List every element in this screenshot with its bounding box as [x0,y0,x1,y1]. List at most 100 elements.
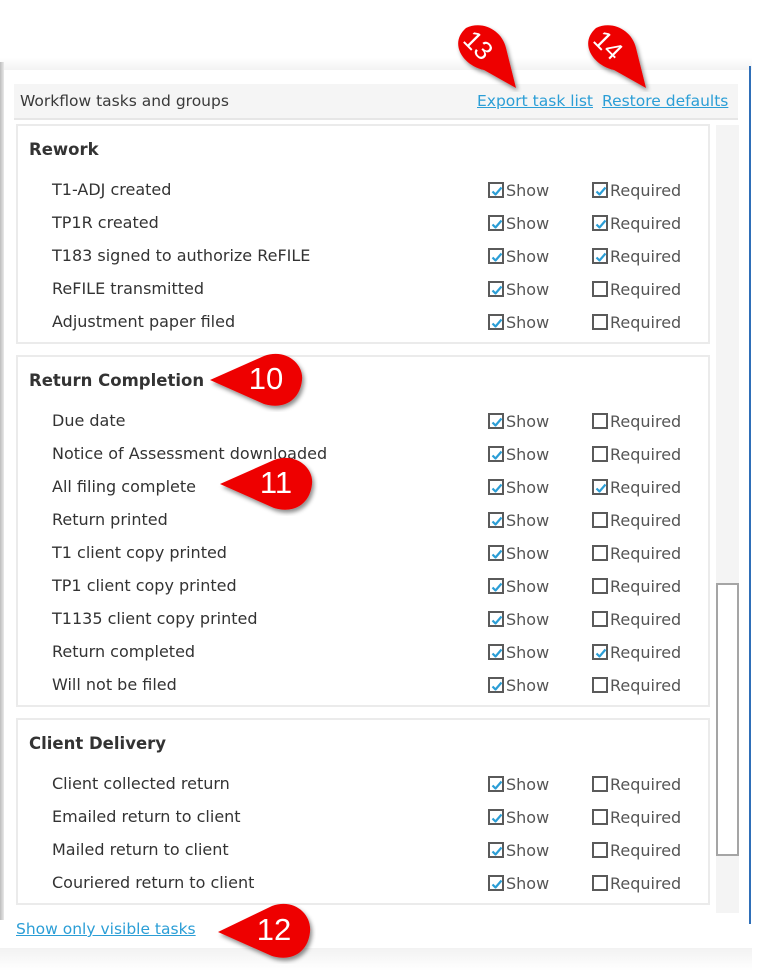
show-checkbox[interactable]: Show [488,476,549,498]
checkbox-box[interactable] [488,644,504,660]
checkbox-box[interactable] [592,644,608,660]
checkbox-box[interactable] [488,413,504,429]
show-label: Show [506,213,550,233]
vertical-scrollbar[interactable] [716,125,739,913]
checkbox-box[interactable] [592,512,608,528]
show-checkbox[interactable]: Show [488,872,549,894]
task-group-client-delivery: Client Delivery Client collected return S… [16,718,710,905]
show-checkbox[interactable]: Show [488,179,549,201]
show-label: Show [506,543,550,563]
checkbox-box[interactable] [488,512,504,528]
show-only-visible-tasks-link[interactable]: Show only visible tasks [16,920,196,938]
required-checkbox[interactable]: Required [592,773,681,795]
show-checkbox[interactable]: Show [488,641,549,663]
required-checkbox[interactable]: Required [592,443,681,465]
checkbox-box[interactable] [488,182,504,198]
checkbox-box[interactable] [488,677,504,693]
task-row: Notice of Assessment downloaded Show Requi… [18,440,708,473]
show-label: Show [506,675,550,695]
group-title: Return Completion [29,371,205,390]
show-checkbox[interactable]: Show [488,839,549,861]
checkbox-box[interactable] [488,809,504,825]
required-checkbox[interactable]: Required [592,509,681,531]
checkbox-box[interactable] [592,809,608,825]
checkbox-box[interactable] [592,446,608,462]
checkmark-icon [595,483,607,493]
show-checkbox[interactable]: Show [488,773,549,795]
required-checkbox[interactable]: Required [592,542,681,564]
checkbox-box[interactable] [488,248,504,264]
checkbox-box[interactable] [592,842,608,858]
show-checkbox[interactable]: Show [488,575,549,597]
task-label: TP1 client copy printed [52,576,237,595]
callout-marker-13: 13 [444,22,524,92]
checkbox-box[interactable] [592,248,608,264]
show-checkbox[interactable]: Show [488,674,549,696]
checkbox-box[interactable] [488,545,504,561]
required-label: Required [610,609,682,629]
checkbox-box[interactable] [592,182,608,198]
required-checkbox[interactable]: Required [592,476,681,498]
required-checkbox[interactable]: Required [592,839,681,861]
required-checkbox[interactable]: Required [592,575,681,597]
task-row: TP1 client copy printed Show Required [18,572,708,605]
show-checkbox[interactable]: Show [488,311,549,333]
show-checkbox[interactable]: Show [488,278,549,300]
show-checkbox[interactable]: Show [488,542,549,564]
task-row: TP1R created Show Required [18,209,708,242]
task-label: Client collected return [52,774,230,793]
required-checkbox[interactable]: Required [592,278,681,300]
required-checkbox[interactable]: Required [592,245,681,267]
checkbox-box[interactable] [592,578,608,594]
required-checkbox[interactable]: Required [592,674,681,696]
show-checkbox[interactable]: Show [488,608,549,630]
required-checkbox[interactable]: Required [592,179,681,201]
task-row: Will not be filed Show Required [18,671,708,704]
checkbox-box[interactable] [592,314,608,330]
checkbox-box[interactable] [592,875,608,891]
checkbox-box[interactable] [592,215,608,231]
show-checkbox[interactable]: Show [488,509,549,531]
required-checkbox[interactable]: Required [592,311,681,333]
required-checkbox[interactable]: Required [592,212,681,234]
checkbox-box[interactable] [488,842,504,858]
show-checkbox[interactable]: Show [488,410,549,432]
export-task-list-link[interactable]: Export task list [477,92,593,110]
restore-defaults-link[interactable]: Restore defaults [602,92,728,110]
task-row: Emailed return to client Show Required [18,803,708,836]
required-label: Required [610,840,682,860]
checkbox-box[interactable] [592,281,608,297]
required-checkbox[interactable]: Required [592,806,681,828]
checkbox-box[interactable] [592,677,608,693]
checkbox-box[interactable] [488,314,504,330]
show-checkbox[interactable]: Show [488,806,549,828]
show-checkbox[interactable]: Show [488,443,549,465]
scrollbar-thumb[interactable] [716,583,739,856]
checkbox-box[interactable] [488,611,504,627]
checkbox-box[interactable] [488,446,504,462]
checkmark-icon [491,252,503,262]
show-checkbox[interactable]: Show [488,212,549,234]
show-label: Show [506,477,550,497]
show-checkbox[interactable]: Show [488,245,549,267]
checkbox-box[interactable] [488,578,504,594]
checkbox-box[interactable] [592,611,608,627]
show-label: Show [506,642,550,662]
checkbox-box[interactable] [592,776,608,792]
checkmark-icon [491,780,503,790]
checkbox-box[interactable] [488,776,504,792]
required-checkbox[interactable]: Required [592,608,681,630]
checkbox-box[interactable] [488,479,504,495]
required-checkbox[interactable]: Required [592,641,681,663]
required-label: Required [610,510,682,530]
checkbox-box[interactable] [488,875,504,891]
required-checkbox[interactable]: Required [592,872,681,894]
show-label: Show [506,807,550,827]
checkbox-box[interactable] [592,413,608,429]
required-checkbox[interactable]: Required [592,410,681,432]
checkbox-box[interactable] [488,215,504,231]
checkmark-icon [595,252,607,262]
checkbox-box[interactable] [592,545,608,561]
checkbox-box[interactable] [592,479,608,495]
checkbox-box[interactable] [488,281,504,297]
